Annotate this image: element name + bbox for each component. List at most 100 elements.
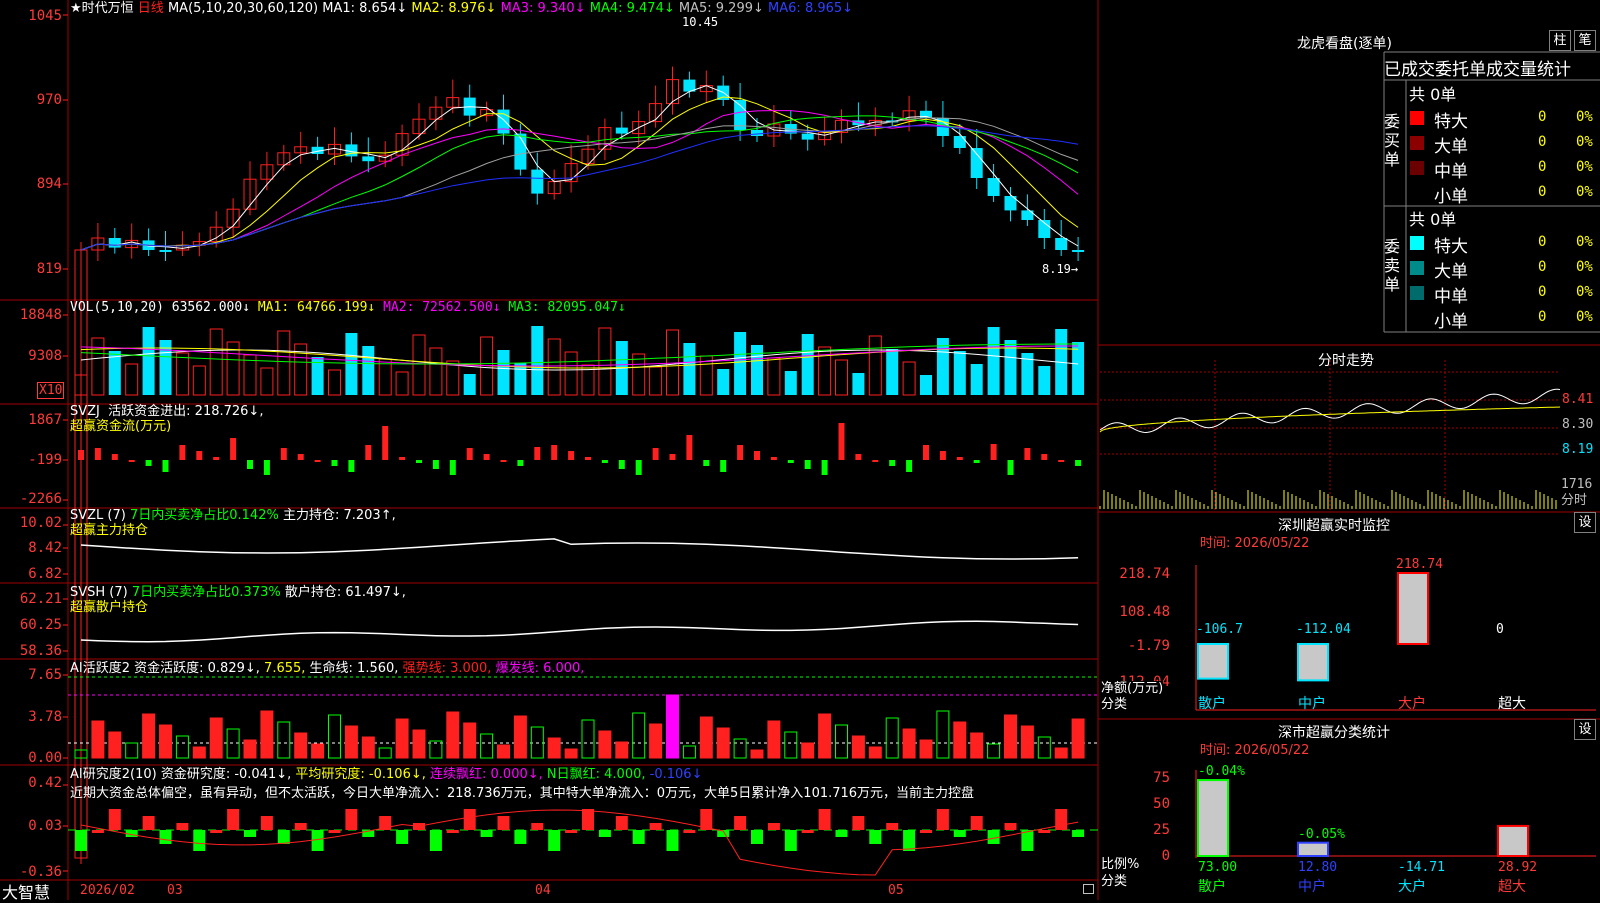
retail-hold-line [80,620,1079,643]
research-bar [1055,809,1068,830]
app-brand[interactable]: 大智慧 [2,879,50,903]
ai-research-y-top: 0.42 [28,775,62,791]
activity-bar [344,725,358,759]
sell-row-name: 特大 [1434,237,1468,257]
research-bar [142,816,155,830]
buy-side-label: 委买单 [1384,112,1401,169]
activity-bar [209,717,223,759]
fund-flow-bar [669,454,676,460]
sz-monitor-y2: -1.79 [1127,638,1170,654]
fund-flow-bar [551,445,558,460]
activity-bar [818,713,832,759]
ma1-value: MA1: 8.654↓ [322,1,408,16]
vol-ma3: MA3: 82095.047↓ [508,300,626,315]
fund-flow-bar [804,460,811,469]
sz-monitor-settings-button[interactable]: 设 [1574,512,1596,533]
sz-monitor-y1: 108.48 [1119,604,1170,620]
vol-unit-badge: X10 [37,382,65,399]
research-bar [446,830,459,833]
sell-row-swatch [1410,311,1424,325]
sell-side-label: 委卖单 [1384,237,1401,294]
sz-monitor-xlabel: 分类 [1101,697,1128,712]
ai-active-value: 资金活跃度: 0.829↓, [134,661,260,676]
activity-bar [919,739,933,759]
activity-bar [175,735,189,759]
ai-active-y-top: 7.65 [28,667,62,683]
research-bar [75,830,87,851]
lock-icon[interactable] [1083,884,1094,894]
ma3-value: MA3: 9.340↓ [500,1,586,16]
ma-line [80,85,1079,251]
chart-frame [0,0,1600,900]
ma2-value: MA2: 8.976↓ [411,1,497,16]
sell-row-pct: 0% [1576,309,1593,325]
fund-flow-bar [466,448,473,460]
volume-bar [108,351,121,395]
buy-row-pct: 0% [1576,109,1593,125]
fund-flow-bar [889,460,896,466]
buy-row-swatch [1410,111,1424,125]
activity-bar [868,746,882,759]
research-bar [767,823,780,830]
buy-row-count: 0 [1538,159,1547,175]
sell-row-pct: 0% [1576,234,1593,250]
bar-mode-button[interactable]: 柱 [1549,30,1571,51]
svzj-label: 活跃资金进出: 218.726↓, [108,404,264,419]
research-bar [328,830,341,833]
ai-active-y-bot: 0.00 [28,750,62,766]
fund-flow-bar [990,444,997,460]
sell-total: 共 0单 [1409,210,1457,229]
buy-total: 共 0单 [1409,85,1457,104]
sz-class-value-label: 73.00 [1198,860,1238,875]
sz-class-y50: 50 [1153,796,1170,812]
stock-name[interactable]: ★时代万恒 [70,1,134,16]
svzj-y-mid: -199 [28,452,62,468]
buy-row-name: 中单 [1434,162,1468,182]
fund-flow-bar [973,460,980,463]
ai-research-value: 资金研究度: -0.041↓, [160,767,292,782]
volume-bar [345,333,358,395]
sz-class-bar [1197,779,1229,858]
fund-flow-bar [754,451,760,460]
svzl-name: SVZL (7) [70,508,126,523]
ma6-value: MA6: 8.965↓ [768,1,854,16]
tick-mode-button[interactable]: 笔 [1574,30,1596,51]
volume-bar [209,328,223,396]
candle-down [987,178,1000,196]
fund-flow-bar [1007,460,1014,475]
fund-flow-bar [432,460,439,469]
ai-active-name: AI活跃度2 [70,661,130,676]
activity-bar [378,747,392,759]
activity-bar [1037,736,1051,759]
volume-bar [91,337,105,396]
sz-class-category: 超大 [1498,879,1526,895]
research-bar [227,809,240,830]
kline-y-894: 894 [36,176,62,192]
svzj-y-top: 1867 [28,412,62,428]
candle-down [751,130,763,136]
volume-bar [920,375,932,395]
period-label[interactable]: 日线 [138,1,164,16]
intraday-price-mid: 8.30 [1562,417,1594,432]
sz-class-y75: 75 [1153,770,1170,786]
sz-class-settings-button[interactable]: 设 [1574,719,1596,740]
volume-bar [717,369,730,395]
sz-class-category: 中户 [1298,879,1326,895]
volume-ma-line [80,343,1079,365]
research-bar [277,830,290,844]
activity-bar [480,733,494,759]
buy-row-count: 0 [1538,184,1547,200]
dragon-subtitle: 已成交委托单成交量统计 [1384,60,1571,80]
volume-bar [429,347,443,396]
volume-bar [1038,366,1051,395]
activity-bar [801,742,815,759]
buy-row-pct: 0% [1576,159,1593,175]
buy-row-pct: 0% [1576,184,1593,200]
date-label-mar: 03 [167,883,183,898]
research-bar [548,830,561,851]
activity-bar [429,740,443,759]
date-label-feb: 2026/02 [80,883,135,898]
candle-down [1072,250,1085,252]
fund-flow-bar [162,460,169,472]
activity-bar [1071,718,1085,759]
